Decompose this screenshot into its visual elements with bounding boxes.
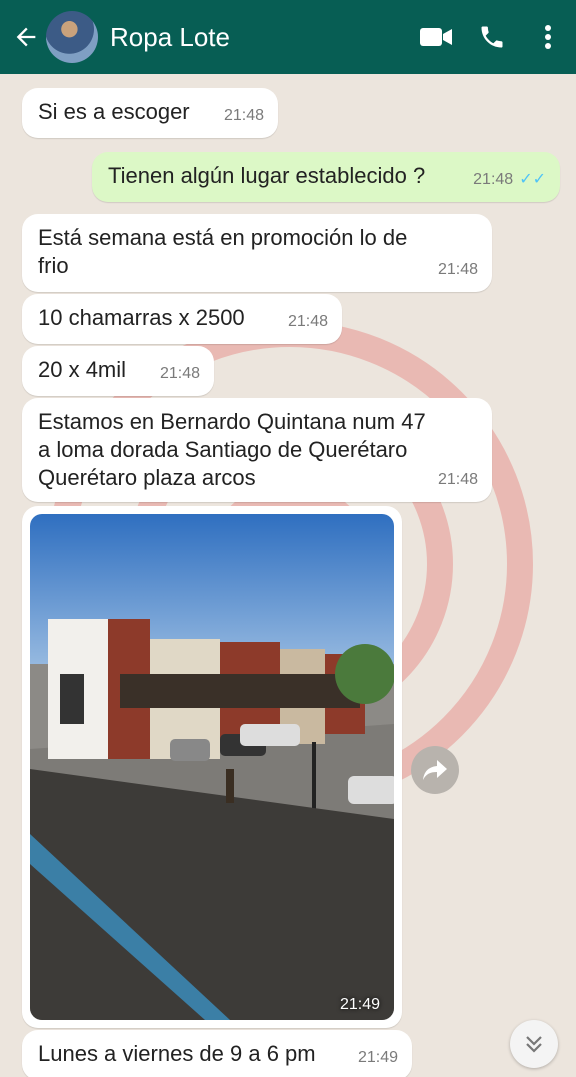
video-call-icon [420, 28, 452, 46]
contact-name[interactable]: Ropa Lote [110, 22, 408, 53]
message-text: 20 x 4mil [38, 357, 127, 382]
street-photo[interactable] [30, 514, 394, 1020]
back-arrow-icon [16, 27, 36, 47]
message-text-line: a loma dorada Santiago de Querétaro [38, 437, 408, 462]
read-receipt-icon: ✓✓ [519, 171, 546, 188]
message-text-line: frio [38, 253, 69, 278]
message-incoming[interactable]: Estamos en Bernardo Quintana num 47 a lo… [22, 398, 492, 502]
message-time: 21:48 ✓✓ [473, 171, 546, 188]
chat-header: Ropa Lote [0, 0, 576, 74]
message-time: 21:48 [287, 313, 328, 330]
message-text-line: Estamos en Bernardo Quintana num 47 [38, 409, 426, 434]
message-time: 21:48 [437, 261, 478, 278]
message-time: 21:48 [223, 107, 264, 124]
message-time: 21:49 [357, 1049, 398, 1066]
message-text-line: Querétaro plaza arcos [38, 465, 256, 490]
more-options-button[interactable] [520, 0, 576, 74]
voice-call-button[interactable] [464, 0, 520, 74]
message-outgoing[interactable]: Tienen algún lugar establecido ? 21:48 ✓✓ [92, 152, 560, 202]
message-text: 10 chamarras x 2500 [38, 305, 245, 330]
message-incoming[interactable]: 10 chamarras x 2500 21:48 [22, 294, 342, 344]
message-incoming[interactable]: Lunes a viernes de 9 a 6 pm 21:49 [22, 1030, 412, 1077]
message-incoming[interactable]: 20 x 4mil 21:48 [22, 346, 214, 396]
message-time: 21:49 [339, 996, 380, 1013]
message-time: 21:48 [159, 365, 200, 382]
chat-area[interactable]: Si es a escoger 21:48 Tienen algún lugar… [0, 74, 576, 1077]
video-call-button[interactable] [408, 0, 464, 74]
phone-icon [481, 26, 503, 48]
message-time: 21:48 [437, 471, 478, 488]
forward-button[interactable] [411, 746, 459, 794]
message-text: Si es a escoger [38, 99, 190, 124]
message-text: Lunes a viernes de 9 a 6 pm [38, 1041, 316, 1066]
message-text-line: Está semana está en promoción lo de [38, 225, 408, 250]
message-text: Tienen algún lugar establecido ? [108, 163, 426, 188]
back-button[interactable] [4, 0, 48, 74]
message-incoming[interactable]: Si es a escoger 21:48 [22, 88, 278, 138]
message-incoming[interactable]: Está semana está en promoción lo de frio… [22, 214, 492, 292]
avatar[interactable] [46, 11, 98, 63]
scroll-down-button[interactable] [510, 1020, 558, 1068]
scroll-down-icon [526, 1036, 542, 1053]
image-message[interactable]: 21:49 [22, 506, 402, 1028]
forward-icon [423, 760, 447, 780]
more-options-icon [545, 25, 551, 49]
